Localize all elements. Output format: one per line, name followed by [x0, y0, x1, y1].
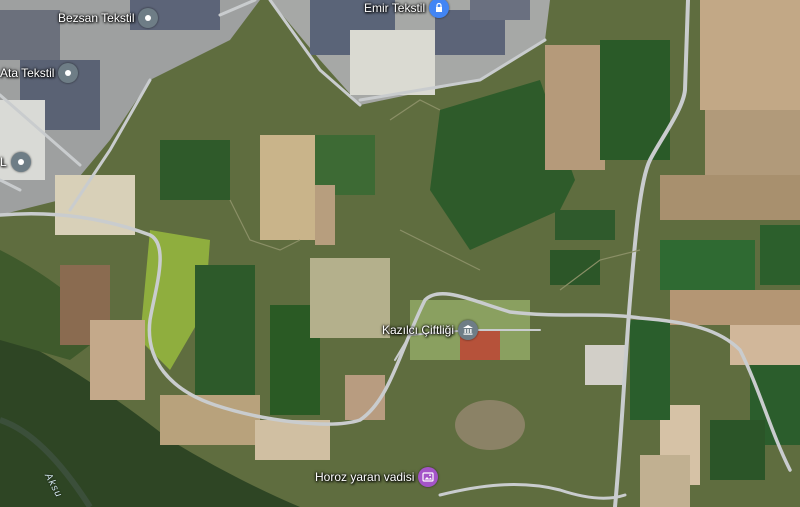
lock-icon — [429, 0, 450, 18]
poi-horoz-yaran-vadisi[interactable]: Horoz yaran vadisi — [315, 467, 439, 487]
satellite-imagery — [0, 0, 800, 507]
poi-label: Emir Tekstil — [364, 1, 426, 15]
poi-emir-tekstil[interactable]: Emir Tekstil — [364, 0, 450, 18]
location-pin-icon — [10, 152, 31, 172]
poi-label: L — [0, 155, 7, 169]
photo-icon — [418, 467, 439, 487]
poi-label: Kazılcı Çiftliği — [382, 323, 455, 337]
landmark-icon — [458, 320, 479, 340]
location-pin-icon — [138, 8, 159, 28]
poi-ata-tekstil[interactable]: Ata Tekstil — [0, 63, 79, 83]
satellite-map[interactable]: Bezsan Tekstil Emir Tekstil Ata Tekstil … — [0, 0, 800, 507]
poi-kazilci-ciftligi[interactable]: Kazılcı Çiftliği — [382, 320, 479, 340]
poi-bezsan-tekstil[interactable]: Bezsan Tekstil — [58, 8, 159, 28]
poi-label: Horoz yaran vadisi — [315, 470, 415, 484]
poi-label: Bezsan Tekstil — [58, 11, 135, 25]
location-pin-icon — [58, 63, 79, 83]
poi-label: Ata Tekstil — [0, 66, 55, 80]
poi-l[interactable]: L — [0, 152, 31, 172]
